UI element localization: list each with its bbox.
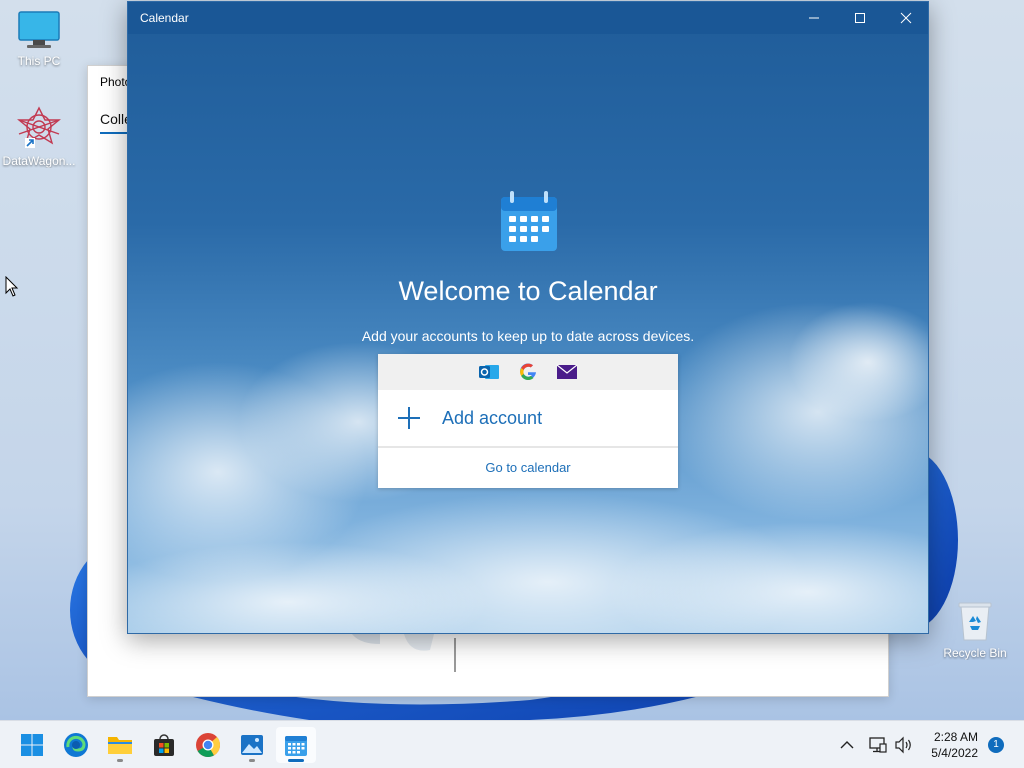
photos-placeholder-graphic [352, 634, 456, 672]
taskbar: 2:28 AM 5/4/2022 1 [0, 720, 1024, 768]
welcome-subtitle: Add your accounts to keep up to date acr… [361, 328, 695, 344]
folder-icon [108, 737, 132, 754]
desktop-icon-label: DataWagon... [2, 154, 76, 168]
minimize-button[interactable] [791, 2, 837, 34]
windows-logo-icon [21, 734, 43, 756]
photos-icon [241, 735, 263, 755]
minimize-icon [809, 17, 819, 19]
close-button[interactable] [883, 2, 928, 34]
google-icon [518, 362, 538, 382]
start-button[interactable] [12, 727, 52, 763]
tray-volume-button[interactable] [894, 721, 914, 768]
photos-tab-underline [100, 132, 128, 134]
taskbar-edge[interactable] [56, 727, 96, 763]
chevron-up-icon [840, 741, 854, 749]
clock-date: 5/4/2022 [931, 746, 978, 760]
taskbar-photos[interactable] [232, 727, 272, 763]
clock-time: 2:28 AM [933, 730, 978, 744]
edge-icon [64, 733, 88, 757]
volume-icon [895, 736, 911, 754]
tray-network-button[interactable] [868, 721, 888, 768]
close-icon [900, 12, 912, 24]
taskbar-store[interactable] [144, 727, 184, 763]
desktop-icon-recycle-bin[interactable]: Recycle Bin [936, 600, 1014, 660]
desktop-icon-label: Recycle Bin [943, 646, 1007, 660]
tray-chevron-button[interactable] [840, 721, 854, 768]
taskbar-calendar[interactable] [276, 727, 316, 763]
account-card: Add account Go to calendar [378, 354, 678, 488]
desktop-icon-datawagon[interactable]: DataWagon... [0, 106, 78, 168]
calendar-app-icon [501, 191, 557, 251]
desktop-icon-this-pc[interactable]: This PC [0, 10, 78, 68]
running-indicator [249, 759, 255, 762]
calendar-icon [285, 736, 307, 756]
notification-badge[interactable]: 1 [988, 737, 1004, 753]
calendar-window: Calendar Welcome to Calendar Add your ac… [127, 1, 929, 634]
welcome-title: Welcome to Calendar [398, 276, 658, 306]
active-indicator [288, 759, 304, 762]
taskbar-file-explorer[interactable] [100, 727, 140, 763]
running-indicator [117, 759, 123, 762]
provider-icons-row [378, 354, 678, 390]
chrome-icon [196, 733, 221, 758]
taskbar-chrome[interactable] [188, 727, 228, 763]
add-account-button[interactable]: Add account [378, 390, 678, 448]
network-icon [869, 737, 887, 753]
maximize-button[interactable] [837, 2, 883, 34]
store-icon [154, 734, 174, 756]
recycle-bin-icon [958, 602, 992, 641]
add-account-label: Add account [442, 407, 543, 428]
monitor-icon [18, 11, 60, 48]
outlook-icon [478, 363, 500, 381]
desktop-icon-label: This PC [17, 54, 61, 68]
calendar-titlebar[interactable]: Calendar [128, 2, 928, 34]
calendar-window-title: Calendar [140, 11, 189, 25]
maximize-icon [855, 13, 865, 23]
go-to-calendar-link[interactable]: Go to calendar [378, 448, 678, 486]
mail-icon [556, 364, 578, 380]
taskbar-clock[interactable]: 2:28 AM 5/4/2022 [931, 729, 978, 761]
datawagon-icon [17, 106, 61, 148]
mouse-cursor-icon [5, 276, 19, 297]
plus-icon [398, 407, 420, 429]
